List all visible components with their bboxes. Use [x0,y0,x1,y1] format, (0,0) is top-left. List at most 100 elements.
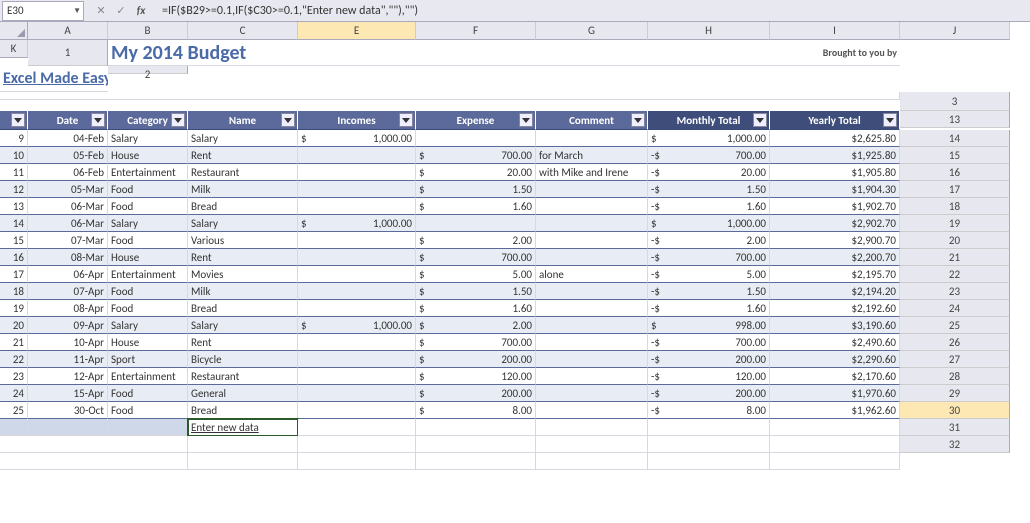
cell-income[interactable] [298,300,416,317]
cell-date[interactable]: 07-Mar [28,232,108,249]
cell-category[interactable]: Food [108,232,188,249]
formula-input[interactable]: =IF($B29>=0.1,IF($C30>=0.1,"Enter new da… [156,4,1030,18]
cell-comment[interactable] [536,368,648,385]
row-head-22[interactable]: 22 [900,266,1010,283]
cell-category[interactable]: Food [108,402,188,419]
cell-num[interactable]: 17 [0,266,28,283]
cell-yearly-total[interactable]: $2,200.70 [770,249,900,266]
cell-comment[interactable] [536,181,648,198]
cell-num[interactable]: 11 [0,164,28,181]
row-head-23[interactable]: 23 [900,283,1010,300]
row-head-1[interactable]: 1 [28,40,108,66]
row-head-27[interactable]: 27 [900,351,1010,368]
row-head-17[interactable]: 17 [900,181,1010,198]
cell-date[interactable]: 12-Apr [28,368,108,385]
row-head-32[interactable]: 32 [900,436,1010,453]
cell-name[interactable]: Restaurant [188,368,298,385]
row-head-31[interactable]: 31 [900,419,1010,436]
cell-monthly-total[interactable]: $1,000.00 [648,215,770,232]
cell-income[interactable] [298,266,416,283]
cell-expense[interactable]: $2.00 [416,232,536,249]
filter-icon[interactable] [519,113,533,127]
cell-income[interactable]: $1,000.00 [298,215,416,232]
cell-num[interactable]: 14 [0,215,28,232]
cell-income[interactable] [298,249,416,266]
cell-num[interactable]: 21 [0,334,28,351]
cell-income[interactable] [298,181,416,198]
cell-monthly-total[interactable]: -$8.00 [648,402,770,419]
cell-G30[interactable] [416,419,536,436]
cell-F30[interactable] [298,419,416,436]
cell-income[interactable] [298,164,416,181]
cell-comment[interactable] [536,283,648,300]
cell-C30[interactable] [108,419,188,436]
col-head-E[interactable]: E [298,22,416,40]
cell-name[interactable]: Movies [188,266,298,283]
filter-icon[interactable] [11,113,25,127]
cell-monthly-total[interactable]: -$120.00 [648,368,770,385]
filter-icon[interactable] [631,113,645,127]
table-header-date[interactable]: Date [28,111,108,130]
cell-expense[interactable]: $5.00 [416,266,536,283]
cell-date[interactable]: 05-Mar [28,181,108,198]
cell-name[interactable]: Rent [188,147,298,164]
cell-yearly-total[interactable]: $2,902.70 [770,215,900,232]
cell-yearly-total[interactable]: $2,900.70 [770,232,900,249]
cell-comment[interactable]: for March [536,147,648,164]
cell-yearly-total[interactable]: $2,290.60 [770,351,900,368]
cell-comment[interactable] [536,351,648,368]
col-head-I[interactable]: I [770,22,900,40]
cell-comment[interactable] [536,198,648,215]
cell-name[interactable]: Salary [188,317,298,334]
cell-num[interactable]: 22 [0,351,28,368]
cell-expense[interactable]: $2.00 [416,317,536,334]
cell-expense[interactable]: $700.00 [416,147,536,164]
row-head-24[interactable]: 24 [900,300,1010,317]
select-all-corner[interactable] [0,22,28,40]
cell-expense[interactable] [416,215,536,232]
cell-date[interactable]: 10-Apr [28,334,108,351]
row-head-21[interactable]: 21 [900,249,1010,266]
col-head-B[interactable]: B [108,22,188,40]
cell-date[interactable]: 11-Apr [28,351,108,368]
cell-expense[interactable] [416,130,536,147]
accept-icon[interactable]: ✓ [112,2,130,20]
name-box[interactable]: E30 ▼ [2,1,84,21]
cell-yearly-total[interactable]: $1,970.60 [770,385,900,402]
cell-income[interactable]: $1,000.00 [298,130,416,147]
cell-B30[interactable] [28,419,108,436]
cell-income[interactable] [298,334,416,351]
cell-monthly-total[interactable]: -$1.50 [648,283,770,300]
cell-monthly-total[interactable]: -$700.00 [648,334,770,351]
cell-name[interactable]: Bread [188,402,298,419]
cell-name[interactable]: Salary [188,215,298,232]
cell-category[interactable]: Food [108,385,188,402]
cell-monthly-total[interactable]: $1,000.00 [648,130,770,147]
cell-yearly-total[interactable]: $1,905.80 [770,164,900,181]
cell-yearly-total[interactable]: $2,192.60 [770,300,900,317]
cell-comment[interactable] [536,249,648,266]
cancel-icon[interactable]: ✕ [92,2,110,20]
filter-icon[interactable] [281,113,295,127]
cell-yearly-total[interactable]: $1,962.60 [770,402,900,419]
cell-name[interactable]: Rent [188,249,298,266]
cell-num[interactable]: 13 [0,198,28,215]
table-header-comment[interactable]: Comment [536,111,648,130]
table-header-monthly[interactable]: Monthly Total [648,111,770,130]
filter-icon[interactable] [883,113,897,127]
cell-yearly-total[interactable]: $2,170.60 [770,368,900,385]
cell-yearly-total[interactable]: $2,490.60 [770,334,900,351]
table-header-name[interactable]: Name [188,111,298,130]
cell-date[interactable]: 07-Apr [28,283,108,300]
cell-category[interactable]: Entertainment [108,266,188,283]
cell-monthly-total[interactable]: -$700.00 [648,249,770,266]
col-head-A[interactable]: A [28,22,108,40]
cell-yearly-total[interactable]: $1,925.80 [770,147,900,164]
row-head-13[interactable]: 13 [900,111,1010,128]
cell-name[interactable]: Milk [188,181,298,198]
cell-monthly-total[interactable]: -$200.00 [648,385,770,402]
cell-income[interactable] [298,283,416,300]
filter-icon[interactable] [91,113,105,127]
cell-income[interactable] [298,351,416,368]
row-head-16[interactable]: 16 [900,164,1010,181]
